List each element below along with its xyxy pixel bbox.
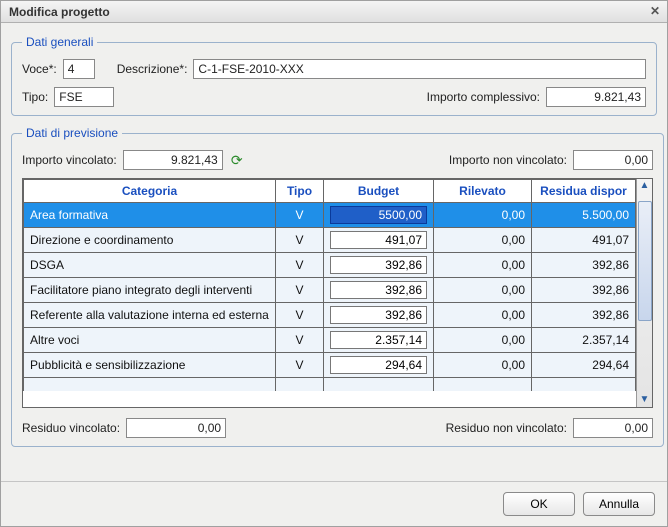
legend-dati-generali: Dati generali bbox=[22, 35, 97, 49]
dialog-content: Dati generali Voce*: Descrizione*: Tipo:… bbox=[1, 23, 667, 481]
input-budget[interactable] bbox=[330, 206, 427, 224]
table-row[interactable]: Facilitatore piano integrato degli inter… bbox=[24, 278, 636, 303]
cell-categoria[interactable]: DSGA bbox=[24, 253, 276, 278]
cell-residua[interactable]: 2.357,14 bbox=[532, 328, 636, 353]
cell-rilevato[interactable]: 0,00 bbox=[434, 203, 532, 228]
cell-tipo[interactable]: V bbox=[276, 253, 324, 278]
cell-categoria[interactable]: Pubblicità e sensibilizzazione bbox=[24, 353, 276, 378]
cell-rilevato[interactable]: 0,00 bbox=[434, 228, 532, 253]
table-row[interactable]: Direzione e coordinamentoV 0,00491,07 bbox=[24, 228, 636, 253]
cell-tipo[interactable]: V bbox=[276, 278, 324, 303]
table-row[interactable]: Altre vociV 0,002.357,14 bbox=[24, 328, 636, 353]
input-importo-complessivo[interactable] bbox=[546, 87, 646, 107]
scroll-up-icon[interactable]: ▲ bbox=[638, 179, 652, 193]
input-importo-non-vincolato[interactable] bbox=[573, 150, 653, 170]
cell-categoria[interactable]: Direzione e coordinamento bbox=[24, 228, 276, 253]
input-importo-vincolato[interactable] bbox=[123, 150, 223, 170]
window-title: Modifica progetto bbox=[9, 5, 647, 19]
titlebar: Modifica progetto ✕ bbox=[1, 1, 667, 23]
scroll-thumb[interactable] bbox=[638, 201, 652, 321]
grid-previsione: Categoria Tipo Budget Rilevato Residua d… bbox=[22, 178, 653, 408]
cell-budget[interactable] bbox=[324, 203, 434, 228]
input-voce[interactable] bbox=[63, 59, 95, 79]
cell-budget[interactable] bbox=[324, 228, 434, 253]
col-header-rilevato[interactable]: Rilevato bbox=[434, 180, 532, 203]
cell-budget[interactable] bbox=[324, 303, 434, 328]
cell-categoria[interactable]: Altre voci bbox=[24, 328, 276, 353]
col-header-budget[interactable]: Budget bbox=[324, 180, 434, 203]
dialog-footer: OK Annulla bbox=[1, 481, 667, 526]
cell-rilevato[interactable]: 0,00 bbox=[434, 353, 532, 378]
table-previsione: Categoria Tipo Budget Rilevato Residua d… bbox=[23, 179, 636, 391]
cell-budget[interactable] bbox=[324, 353, 434, 378]
cell-tipo[interactable]: V bbox=[276, 328, 324, 353]
cell-residua[interactable]: 294,64 bbox=[532, 353, 636, 378]
cell-rilevato[interactable]: 0,00 bbox=[434, 278, 532, 303]
input-budget[interactable] bbox=[330, 356, 427, 374]
label-voce: Voce*: bbox=[22, 62, 57, 76]
cell-rilevato[interactable]: 0,00 bbox=[434, 253, 532, 278]
cell-categoria[interactable]: Referente alla valutazione interna ed es… bbox=[24, 303, 276, 328]
cell-tipo[interactable]: V bbox=[276, 303, 324, 328]
table-row[interactable]: Area formativaV 0,005.500,00 bbox=[24, 203, 636, 228]
label-importo-non-vincolato: Importo non vincolato: bbox=[449, 153, 567, 167]
cell-residua[interactable]: 392,86 bbox=[532, 253, 636, 278]
table-row[interactable]: Referente alla valutazione interna ed es… bbox=[24, 303, 636, 328]
scroll-down-icon[interactable]: ▼ bbox=[638, 393, 652, 407]
cell-rilevato[interactable]: 0,00 bbox=[434, 328, 532, 353]
label-descrizione: Descrizione*: bbox=[117, 62, 188, 76]
cell-categoria[interactable]: Facilitatore piano integrato degli inter… bbox=[24, 278, 276, 303]
input-residuo-vincolato[interactable] bbox=[126, 418, 226, 438]
col-header-residua[interactable]: Residua dispor bbox=[532, 180, 636, 203]
fieldset-dati-previsione: Dati di previsione Importo vincolato: ⟳ … bbox=[11, 126, 664, 447]
cell-budget[interactable] bbox=[324, 328, 434, 353]
input-residuo-non-vincolato[interactable] bbox=[573, 418, 653, 438]
fieldset-dati-generali: Dati generali Voce*: Descrizione*: Tipo:… bbox=[11, 35, 657, 116]
annulla-button[interactable]: Annulla bbox=[583, 492, 655, 516]
label-importo-complessivo: Importo complessivo: bbox=[427, 90, 540, 104]
label-importo-vincolato: Importo vincolato: bbox=[22, 153, 117, 167]
cell-tipo[interactable]: V bbox=[276, 353, 324, 378]
input-budget[interactable] bbox=[330, 281, 427, 299]
refresh-icon[interactable]: ⟳ bbox=[229, 152, 245, 168]
table-row[interactable] bbox=[24, 378, 636, 392]
ok-button[interactable]: OK bbox=[503, 492, 575, 516]
input-budget[interactable] bbox=[330, 306, 427, 324]
input-budget[interactable] bbox=[330, 256, 427, 274]
scroll-track[interactable] bbox=[638, 193, 652, 393]
label-tipo: Tipo: bbox=[22, 90, 48, 104]
cell-budget[interactable] bbox=[324, 253, 434, 278]
cell-budget[interactable] bbox=[324, 278, 434, 303]
label-residuo-vincolato: Residuo vincolato: bbox=[22, 421, 120, 435]
input-budget[interactable] bbox=[330, 231, 427, 249]
col-header-categoria[interactable]: Categoria bbox=[24, 180, 276, 203]
legend-dati-previsione: Dati di previsione bbox=[22, 126, 122, 140]
cell-tipo[interactable]: V bbox=[276, 203, 324, 228]
cell-residua[interactable]: 392,86 bbox=[532, 278, 636, 303]
label-residuo-non-vincolato: Residuo non vincolato: bbox=[446, 421, 567, 435]
input-tipo[interactable] bbox=[54, 87, 114, 107]
input-descrizione[interactable] bbox=[193, 59, 646, 79]
cell-tipo[interactable]: V bbox=[276, 228, 324, 253]
col-header-tipo[interactable]: Tipo bbox=[276, 180, 324, 203]
cell-residua[interactable]: 5.500,00 bbox=[532, 203, 636, 228]
close-icon[interactable]: ✕ bbox=[647, 4, 663, 20]
cell-residua[interactable]: 491,07 bbox=[532, 228, 636, 253]
table-row[interactable]: DSGAV 0,00392,86 bbox=[24, 253, 636, 278]
cell-categoria[interactable]: Area formativa bbox=[24, 203, 276, 228]
input-budget[interactable] bbox=[330, 331, 427, 349]
table-row[interactable]: Pubblicità e sensibilizzazioneV 0,00294,6… bbox=[24, 353, 636, 378]
scrollbar-vertical[interactable]: ▲ ▼ bbox=[636, 179, 652, 407]
cell-residua[interactable]: 392,86 bbox=[532, 303, 636, 328]
dialog-modifica-progetto: Modifica progetto ✕ Dati generali Voce*:… bbox=[0, 0, 668, 527]
cell-rilevato[interactable]: 0,00 bbox=[434, 303, 532, 328]
